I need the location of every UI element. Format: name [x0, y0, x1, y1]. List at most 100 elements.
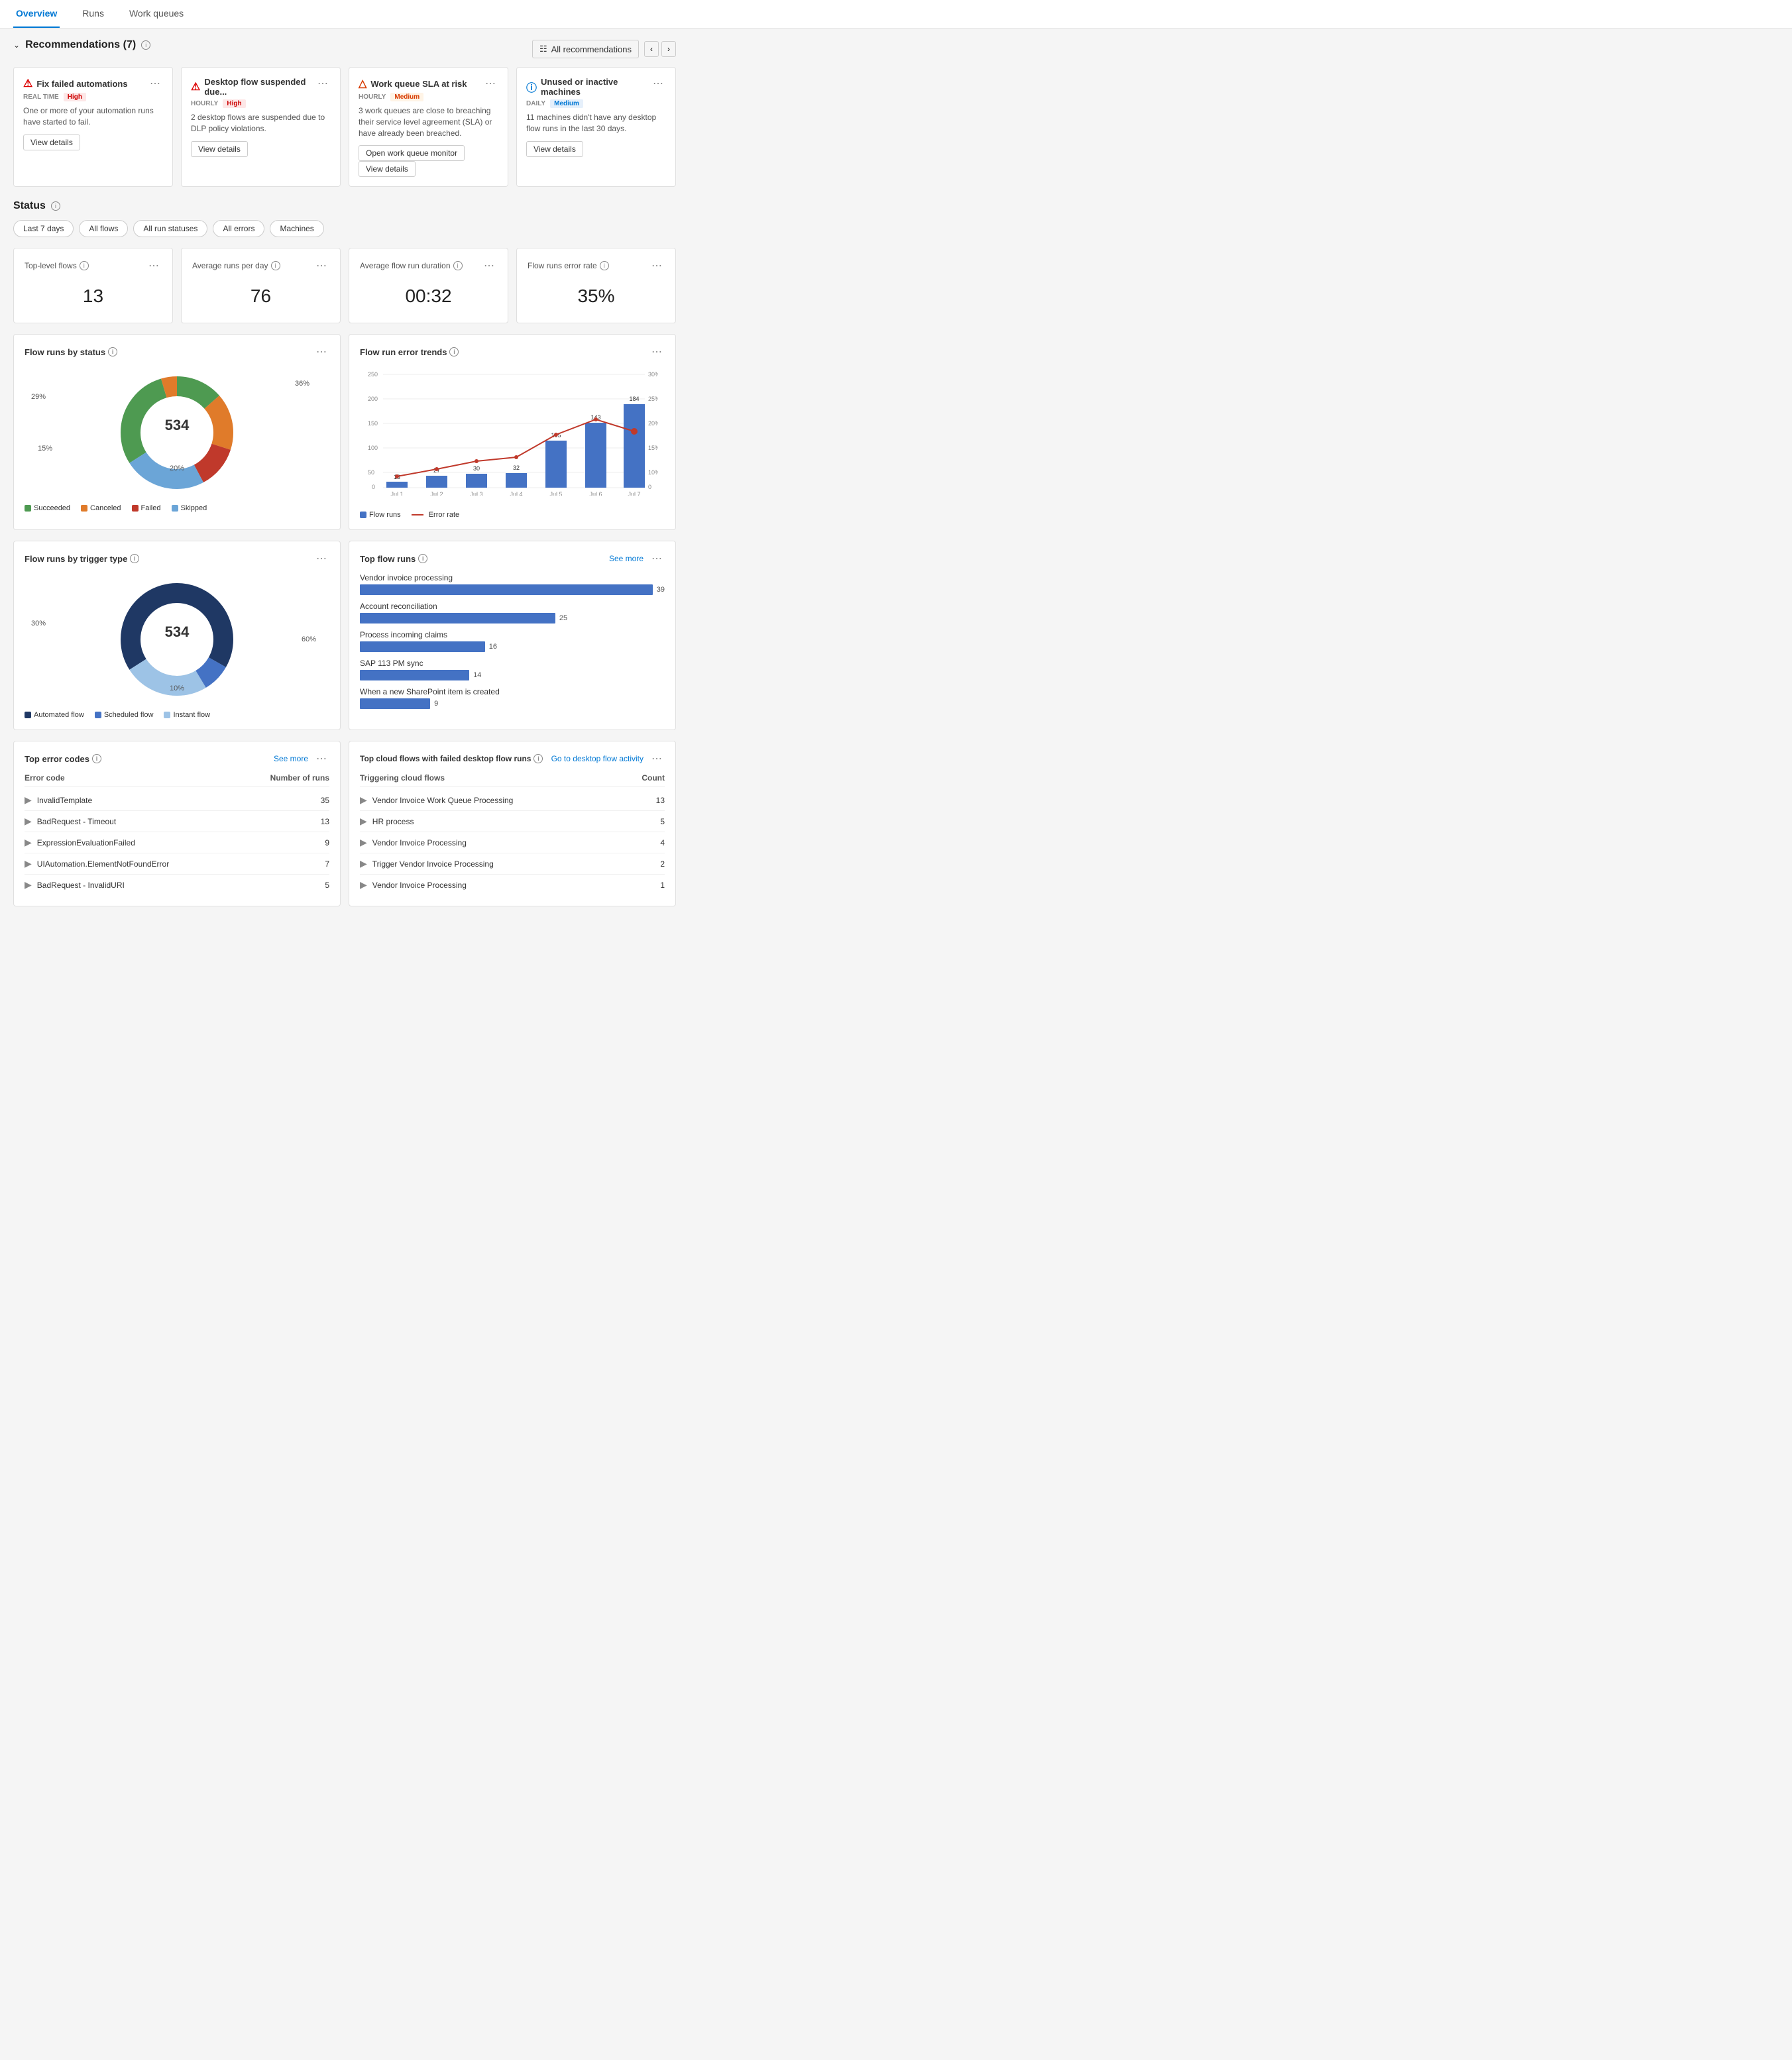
- svg-text:250: 250: [368, 371, 378, 378]
- cloud-flows-see-more[interactable]: Go to desktop flow activity: [551, 754, 644, 763]
- rec-badge-0: High: [64, 93, 86, 101]
- filter-allrunstatuses[interactable]: All run statuses: [133, 220, 207, 237]
- error-codes-info[interactable]: i: [92, 754, 101, 763]
- rec-body-3: 11 machines didn't have any desktop flow…: [526, 112, 666, 135]
- error-trends-title: Flow run error trends i: [360, 347, 459, 357]
- tab-runs[interactable]: Runs: [80, 0, 107, 28]
- bar-1: [426, 476, 447, 488]
- tab-work-queues[interactable]: Work queues: [127, 0, 186, 28]
- trigger-type-info[interactable]: i: [130, 554, 139, 563]
- rec-open-monitor-2[interactable]: Open work queue monitor: [359, 145, 465, 161]
- stat-card-1: Average runs per day i ⋯ 76: [181, 248, 341, 323]
- rec-card-menu-0[interactable]: ⋯: [147, 77, 163, 90]
- status-info-icon[interactable]: i: [51, 201, 60, 211]
- top-flow-runs-menu[interactable]: ⋯: [649, 552, 665, 565]
- cloud-flow-row-0: ▶ Vendor Invoice Work Queue Processing 1…: [360, 790, 665, 811]
- error-trends-menu[interactable]: ⋯: [649, 345, 665, 358]
- flow-run-item-1: Account reconciliation 25: [360, 602, 665, 623]
- flow-run-value-1: 25: [559, 614, 567, 622]
- cloud-flows-menu[interactable]: ⋯: [649, 752, 665, 765]
- point-3: [514, 455, 518, 459]
- cloud-flow-name-1: HR process: [372, 817, 414, 826]
- cloud-flow-icon-4: ▶: [360, 879, 367, 891]
- svg-text:Jul 6: Jul 6: [589, 491, 602, 496]
- cloud-flow-count-0: 13: [656, 796, 665, 805]
- flow-runs-status-title: Flow runs by status i: [25, 347, 117, 357]
- error-trends-info[interactable]: i: [449, 347, 459, 356]
- point-4: [554, 433, 558, 437]
- bottom-row: Top error codes i See more ⋯ Error code …: [13, 741, 676, 906]
- top-flow-runs-see-more[interactable]: See more: [609, 554, 644, 563]
- rec-view-details-0[interactable]: View details: [23, 135, 80, 150]
- svg-text:25%: 25%: [648, 396, 658, 402]
- recommendations-info-icon[interactable]: i: [141, 40, 150, 50]
- error-codes-see-more[interactable]: See more: [274, 754, 308, 763]
- cloud-flows-info[interactable]: i: [533, 754, 543, 763]
- rec-view-details-1[interactable]: View details: [191, 141, 248, 157]
- flow-run-item-0: Vendor invoice processing 39: [360, 573, 665, 595]
- flow-run-bar-1: [360, 613, 555, 623]
- flow-run-label-0: Vendor invoice processing: [360, 573, 665, 582]
- donut-label-20: 20%: [170, 464, 184, 472]
- tab-overview[interactable]: Overview: [13, 0, 60, 28]
- filter-machines[interactable]: Machines: [270, 220, 323, 237]
- legend-dot-skipped: [172, 505, 178, 512]
- stat-info-icon-3[interactable]: i: [600, 261, 609, 270]
- legend-label-flow-runs: Flow runs: [369, 511, 401, 519]
- stat-info-icon-2[interactable]: i: [453, 261, 463, 270]
- all-recommendations-button[interactable]: ☷ All recommendations: [532, 40, 639, 58]
- rec-badge-2: Medium: [390, 93, 423, 101]
- rec-card-menu-1[interactable]: ⋯: [315, 77, 331, 90]
- rec-body-1: 2 desktop flows are suspended due to DLP…: [191, 112, 331, 135]
- svg-text:0: 0: [648, 484, 651, 490]
- flow-runs-status-info[interactable]: i: [108, 347, 117, 356]
- cloud-flows-col2: Count: [642, 773, 665, 783]
- donut-label-29: 29%: [31, 393, 46, 401]
- stat-info-icon-1[interactable]: i: [271, 261, 280, 270]
- stat-value-1: 76: [192, 280, 329, 312]
- cloud-flow-count-3: 2: [660, 859, 665, 869]
- rec-freq-3: DAILY: [526, 100, 545, 107]
- donut-label-15: 15%: [38, 445, 52, 453]
- error-code-icon-0: ▶: [25, 794, 32, 806]
- status-title: Status: [13, 200, 46, 212]
- rec-card-menu-2[interactable]: ⋯: [482, 77, 498, 90]
- error-code-row-0: ▶ InvalidTemplate 35: [25, 790, 329, 811]
- filter-allerrors[interactable]: All errors: [213, 220, 264, 237]
- flow-run-item-3: SAP 113 PM sync 14: [360, 659, 665, 680]
- trigger-label-30: 30%: [31, 620, 46, 627]
- expand-icon[interactable]: ⌄: [13, 40, 20, 50]
- trigger-type-menu[interactable]: ⋯: [313, 552, 329, 565]
- filter-allflows[interactable]: All flows: [79, 220, 128, 237]
- rec-card-menu-3[interactable]: ⋯: [650, 77, 666, 90]
- legend-flow-runs: Flow runs: [360, 511, 401, 519]
- svg-text:150: 150: [368, 420, 378, 427]
- bar-0: [386, 482, 408, 488]
- prev-recommendation-button[interactable]: ‹: [644, 41, 659, 57]
- error-code-row-1: ▶ BadRequest - Timeout 13: [25, 811, 329, 832]
- point-5: [594, 417, 598, 421]
- next-recommendation-button[interactable]: ›: [661, 41, 676, 57]
- stat-menu-1[interactable]: ⋯: [313, 259, 329, 272]
- error-code-runs-3: 7: [325, 859, 329, 869]
- rec-view-details-3[interactable]: View details: [526, 141, 583, 157]
- point-2: [475, 459, 478, 463]
- cloud-flow-row-2: ▶ Vendor Invoice Processing 4: [360, 832, 665, 853]
- cloud-flow-icon-3: ▶: [360, 858, 367, 869]
- stat-info-icon-0[interactable]: i: [80, 261, 89, 270]
- svg-text:20%: 20%: [648, 420, 658, 427]
- rec-view-details-2[interactable]: View details: [359, 161, 416, 177]
- rec-card-2: △ Work queue SLA at risk ⋯ HOURLY Medium…: [349, 67, 508, 187]
- flow-runs-status-menu[interactable]: ⋯: [313, 345, 329, 358]
- top-flow-runs-info[interactable]: i: [418, 554, 427, 563]
- stat-menu-0[interactable]: ⋯: [146, 259, 162, 272]
- error-codes-menu[interactable]: ⋯: [313, 752, 329, 765]
- stat-menu-3[interactable]: ⋯: [649, 259, 665, 272]
- info-icon-3: ⓘ: [526, 79, 537, 95]
- stat-card-3: Flow runs error rate i ⋯ 35%: [516, 248, 676, 323]
- filter-last7days[interactable]: Last 7 days: [13, 220, 74, 237]
- stat-menu-2[interactable]: ⋯: [481, 259, 497, 272]
- trigger-type-legend: Automated flow Scheduled flow Instant fl…: [25, 711, 329, 719]
- error-codes-title: Top error codes i: [25, 754, 101, 764]
- cloud-flow-icon-1: ▶: [360, 816, 367, 827]
